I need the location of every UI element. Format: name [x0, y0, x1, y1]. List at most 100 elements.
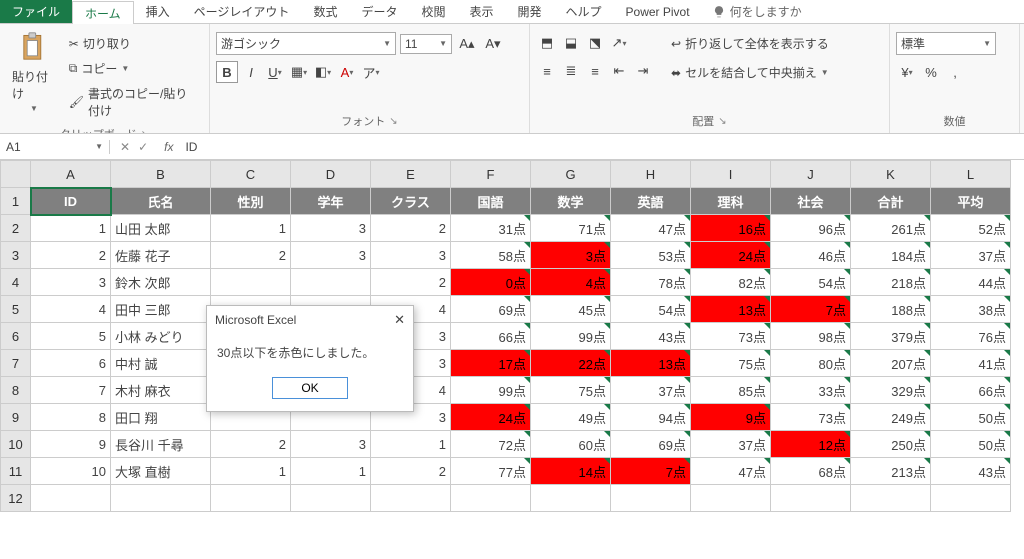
align-left-button[interactable]: ≡: [536, 60, 558, 82]
cell[interactable]: [371, 485, 451, 512]
header-cell[interactable]: 平均: [931, 188, 1011, 215]
cell[interactable]: 1: [31, 215, 111, 242]
cell[interactable]: 33点: [771, 377, 851, 404]
row-header[interactable]: 5: [1, 296, 31, 323]
cell[interactable]: 31点: [451, 215, 531, 242]
cell[interactable]: 10: [31, 458, 111, 485]
cell[interactable]: 8: [31, 404, 111, 431]
row-header[interactable]: 10: [1, 431, 31, 458]
cell[interactable]: 38点: [931, 296, 1011, 323]
header-cell[interactable]: 性別: [211, 188, 291, 215]
cell[interactable]: 78点: [611, 269, 691, 296]
cell[interactable]: 379点: [851, 323, 931, 350]
cell[interactable]: [851, 485, 931, 512]
format-painter-button[interactable]: 🖌書式のコピー/貼り付け: [64, 82, 203, 122]
cell[interactable]: 66点: [931, 377, 1011, 404]
align-top-button[interactable]: ⬒: [536, 32, 558, 54]
comma-button[interactable]: ,: [944, 61, 966, 83]
cell[interactable]: 250点: [851, 431, 931, 458]
row-header[interactable]: 3: [1, 242, 31, 269]
cell[interactable]: 96点: [771, 215, 851, 242]
cell[interactable]: 218点: [851, 269, 931, 296]
cell[interactable]: 22点: [531, 350, 611, 377]
cell[interactable]: 52点: [931, 215, 1011, 242]
col-header[interactable]: C: [211, 161, 291, 188]
underline-button[interactable]: U▾: [264, 61, 286, 83]
cancel-formula-icon[interactable]: ✕: [120, 140, 130, 154]
cell[interactable]: [451, 485, 531, 512]
decrease-font-button[interactable]: A▾: [482, 33, 504, 55]
col-header[interactable]: B: [111, 161, 211, 188]
cell[interactable]: 53点: [611, 242, 691, 269]
cell[interactable]: [771, 485, 851, 512]
cell[interactable]: [691, 485, 771, 512]
cell[interactable]: 43点: [931, 458, 1011, 485]
cell[interactable]: 99点: [451, 377, 531, 404]
spreadsheet-grid[interactable]: ABCDEFGHIJKL1ID氏名性別学年クラス国語数学英語理科社会合計平均21…: [0, 160, 1024, 512]
header-cell[interactable]: 理科: [691, 188, 771, 215]
row-header[interactable]: 4: [1, 269, 31, 296]
cell[interactable]: 3: [291, 242, 371, 269]
cell[interactable]: 66点: [451, 323, 531, 350]
tab-help[interactable]: ヘルプ: [554, 0, 614, 23]
cell[interactable]: [211, 269, 291, 296]
cell[interactable]: 54点: [771, 269, 851, 296]
row-header[interactable]: 7: [1, 350, 31, 377]
font-name-select[interactable]: 游ゴシック▼: [216, 32, 396, 55]
cell[interactable]: 37点: [691, 431, 771, 458]
header-cell[interactable]: 数学: [531, 188, 611, 215]
decrease-indent-button[interactable]: ⇤: [608, 60, 630, 82]
tab-home[interactable]: ホーム: [72, 1, 134, 24]
accounting-button[interactable]: ¥▾: [896, 61, 918, 83]
cell[interactable]: 73点: [691, 323, 771, 350]
cell[interactable]: 2: [211, 242, 291, 269]
cell[interactable]: 長谷川 千尋: [111, 431, 211, 458]
cell[interactable]: [611, 485, 691, 512]
cell[interactable]: 47点: [611, 215, 691, 242]
cell[interactable]: 37点: [931, 242, 1011, 269]
cell[interactable]: [291, 269, 371, 296]
col-header[interactable]: E: [371, 161, 451, 188]
percent-button[interactable]: %: [920, 61, 942, 83]
header-cell[interactable]: 国語: [451, 188, 531, 215]
cell[interactable]: 田中 三郎: [111, 296, 211, 323]
cell[interactable]: 94点: [611, 404, 691, 431]
font-size-select[interactable]: 11▼: [400, 34, 452, 54]
cell[interactable]: 佐藤 花子: [111, 242, 211, 269]
enter-formula-icon[interactable]: ✓: [138, 140, 148, 154]
cell[interactable]: 2: [31, 242, 111, 269]
tab-formulas[interactable]: 数式: [301, 0, 349, 23]
cell[interactable]: 77点: [451, 458, 531, 485]
cell[interactable]: 58点: [451, 242, 531, 269]
cell[interactable]: 4点: [531, 269, 611, 296]
close-icon[interactable]: ✕: [394, 312, 405, 328]
paste-button[interactable]: 貼り付け ▼: [6, 28, 62, 117]
cell[interactable]: 184点: [851, 242, 931, 269]
cell[interactable]: 2: [371, 458, 451, 485]
increase-font-button[interactable]: A▴: [456, 33, 478, 55]
tab-review[interactable]: 校閲: [409, 0, 457, 23]
cell[interactable]: 山田 太郎: [111, 215, 211, 242]
cell[interactable]: 2: [371, 215, 451, 242]
cell[interactable]: 9: [31, 431, 111, 458]
cell[interactable]: 71点: [531, 215, 611, 242]
cell[interactable]: 6: [31, 350, 111, 377]
cell[interactable]: 69点: [611, 431, 691, 458]
cell[interactable]: 45点: [531, 296, 611, 323]
cell[interactable]: 68点: [771, 458, 851, 485]
cell[interactable]: 2: [211, 431, 291, 458]
row-header[interactable]: 11: [1, 458, 31, 485]
font-color-button[interactable]: A▾: [336, 61, 358, 83]
bold-button[interactable]: B: [216, 61, 238, 83]
cell[interactable]: 1: [371, 431, 451, 458]
row-header[interactable]: 9: [1, 404, 31, 431]
cell[interactable]: [531, 485, 611, 512]
header-cell[interactable]: クラス: [371, 188, 451, 215]
row-header[interactable]: 1: [1, 188, 31, 215]
cell[interactable]: 24点: [451, 404, 531, 431]
merge-center-button[interactable]: ⬌セルを結合して中央揃え▼: [666, 61, 834, 84]
cell[interactable]: 249点: [851, 404, 931, 431]
tell-me[interactable]: 何をしますか: [702, 0, 812, 23]
tab-page-layout[interactable]: ページレイアウト: [182, 0, 302, 23]
tab-powerpivot[interactable]: Power Pivot: [614, 0, 702, 23]
